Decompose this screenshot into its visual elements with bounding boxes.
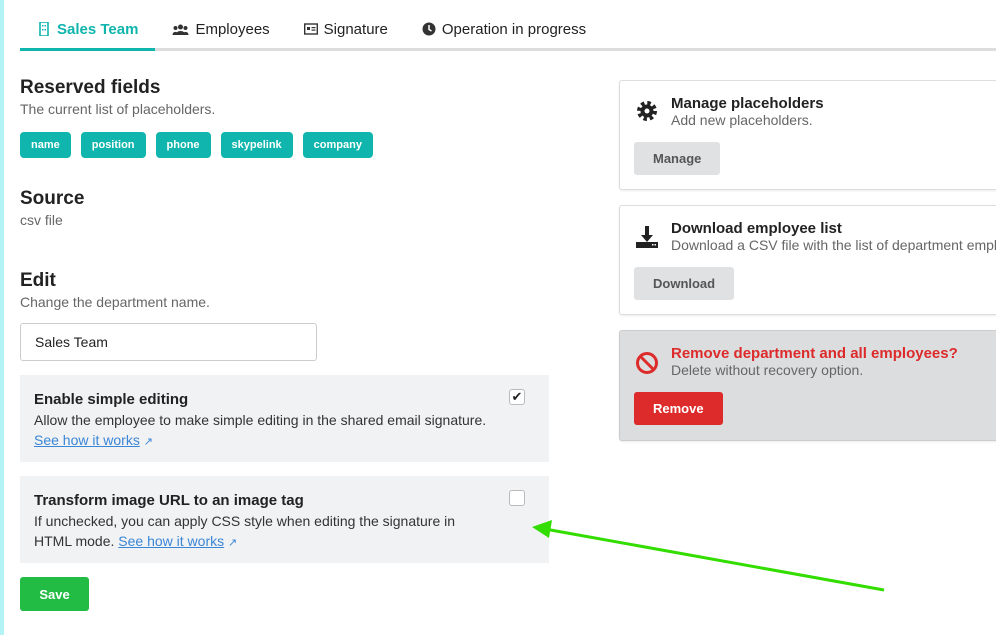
arrow-line [544,527,885,592]
annotation-arrow [532,520,885,592]
arrow-head [532,520,552,538]
